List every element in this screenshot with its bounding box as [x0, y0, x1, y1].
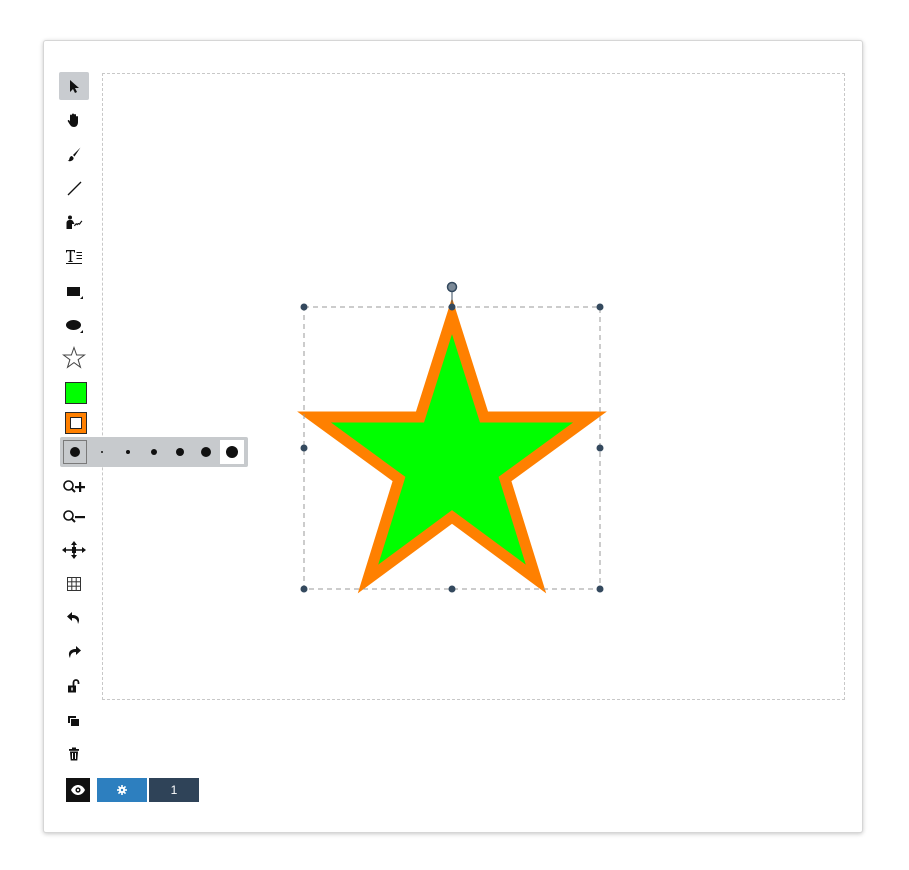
resize-handle-w[interactable]: [300, 444, 308, 452]
resize-handle-s[interactable]: [448, 585, 456, 593]
resize-handle-nw[interactable]: [300, 303, 308, 311]
resize-handle-e[interactable]: [596, 444, 604, 452]
resize-handle-se[interactable]: [596, 585, 604, 593]
star-shape[interactable]: [297, 297, 607, 594]
resize-handle-sw[interactable]: [300, 585, 308, 593]
resize-handle-n[interactable]: [448, 303, 456, 311]
resize-handle-ne[interactable]: [596, 303, 604, 311]
rotate-handle[interactable]: [446, 281, 458, 293]
drawing-layer: [297, 281, 607, 594]
